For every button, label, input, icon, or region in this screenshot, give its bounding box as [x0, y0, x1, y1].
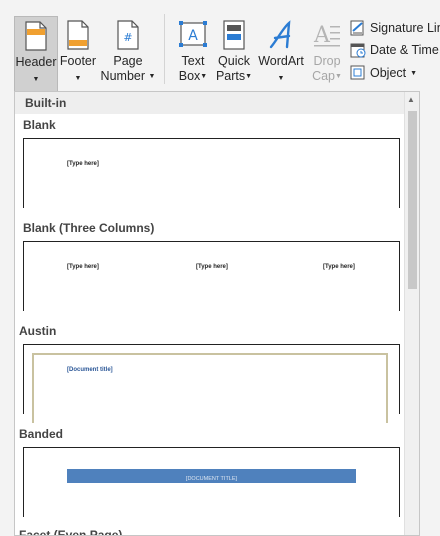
drop-cap-dropdown-arrow: ▼: [335, 73, 342, 81]
thumbnail-placeholder: [Document title]: [67, 367, 113, 373]
thumbnail-placeholder: [Type here]: [196, 264, 228, 270]
thumbnail-placeholder: [Type here]: [67, 264, 99, 270]
text-box-label-2: Box: [178, 69, 201, 83]
wordart-button[interactable]: WordArt ▼: [256, 16, 306, 92]
austin-frame: [32, 353, 388, 423]
wordart-label: WordArt: [258, 54, 304, 68]
drop-cap-label-1: Drop: [313, 54, 341, 68]
footer-dropdown-arrow: ▼: [74, 75, 82, 83]
signature-line-icon: [350, 20, 364, 36]
gallery-item-title: Blank (Three Columns): [23, 221, 155, 235]
footer-label: Footer: [59, 54, 97, 68]
date-time-label: Date & Time: [370, 43, 439, 57]
page-number-button[interactable]: # Page Number ▼: [100, 16, 156, 92]
drop-cap-label-2: Cap: [312, 69, 335, 83]
thumbnail-placeholder: [DOCUMENT TITLE]: [185, 476, 238, 482]
header-gallery: Built-in Blank [Type here] Blank (Three …: [14, 91, 420, 536]
object-label: Object: [370, 66, 407, 80]
wordart-dropdown-arrow: ▼: [277, 75, 285, 83]
svg-text:#: #: [123, 31, 132, 44]
text-box-label-1: Text: [181, 54, 205, 68]
drop-cap-icon: A: [313, 23, 340, 48]
signature-line-label: Signature Line: [370, 21, 440, 35]
banded-title-bar: [DOCUMENT TITLE]: [67, 469, 356, 483]
gallery-item-title: Blank: [23, 118, 56, 132]
gallery-category-header: Built-in: [15, 92, 405, 114]
ribbon: Header ▼ Footer ▼ # Page Number ▼ A Text…: [0, 0, 440, 92]
drop-cap-button[interactable]: A Drop Cap▼: [308, 16, 346, 92]
header-icon: [25, 21, 47, 51]
ribbon-group-separator: [164, 14, 165, 84]
scrollbar-thumb[interactable]: [408, 111, 417, 289]
signature-line-button[interactable]: Signature Line: [350, 18, 440, 38]
text-box-button[interactable]: A Text Box▼: [174, 16, 212, 92]
header-label: Header: [15, 55, 57, 69]
footer-icon: [67, 20, 89, 50]
gallery-item-blank[interactable]: [Type here]: [23, 138, 400, 208]
date-time-icon: [350, 43, 366, 58]
object-icon: [350, 65, 365, 80]
gallery-item-austin[interactable]: [Document title]: [23, 344, 400, 423]
gallery-item-title: Banded: [19, 427, 64, 441]
svg-text:A: A: [188, 28, 198, 44]
page-number-dropdown-arrow: ▼: [148, 73, 156, 81]
object-button[interactable]: Object ▼: [350, 63, 417, 83]
text-box-icon: A: [179, 21, 207, 47]
footer-button[interactable]: Footer ▼: [58, 16, 98, 92]
wordart-icon: [269, 20, 291, 49]
page-number-label-2: Number: [100, 69, 146, 83]
quick-parts-label-1: Quick: [218, 54, 250, 68]
date-time-button[interactable]: Date & Time: [350, 40, 439, 60]
header-button[interactable]: Header ▼: [14, 16, 58, 92]
gallery-item-title: Facet (Even Page): [19, 528, 123, 536]
svg-text:A: A: [313, 23, 331, 48]
page-number-icon: #: [117, 20, 139, 50]
page-number-label-1: Page: [113, 54, 143, 68]
quick-parts-icon: [223, 20, 245, 50]
gallery-item-blank-three-columns[interactable]: [Type here] [Type here] [Type here]: [23, 241, 400, 311]
gallery-scrollbar[interactable]: ▲: [404, 92, 419, 535]
object-dropdown-arrow: ▼: [410, 69, 418, 77]
header-dropdown-arrow: ▼: [32, 76, 40, 84]
quick-parts-label-2: Parts: [215, 69, 246, 83]
gallery-item-title: Austin: [19, 324, 57, 338]
text-box-dropdown-arrow: ▼: [200, 73, 208, 81]
thumbnail-placeholder: [Type here]: [67, 161, 99, 167]
quick-parts-button[interactable]: Quick Parts▼: [214, 16, 254, 92]
thumbnail-placeholder: [Type here]: [323, 264, 355, 270]
quick-parts-dropdown-arrow: ▼: [245, 73, 253, 81]
gallery-item-banded[interactable]: [DOCUMENT TITLE]: [23, 447, 400, 517]
scroll-up-icon[interactable]: ▲: [407, 95, 415, 104]
